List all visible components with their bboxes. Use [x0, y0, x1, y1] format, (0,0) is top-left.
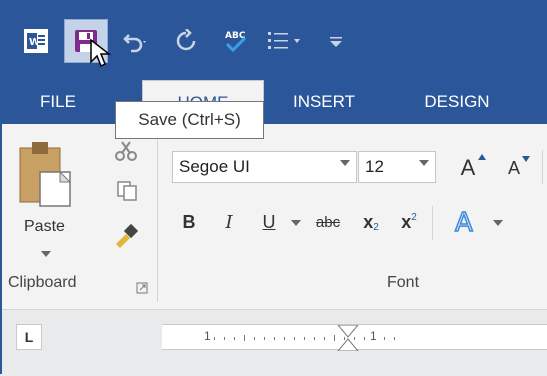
customize-qat-button[interactable] — [314, 19, 358, 63]
strikethrough-button[interactable]: abc — [308, 204, 348, 240]
subscript-button[interactable]: x 2 — [356, 204, 386, 240]
save-tooltip: Save (Ctrl+S) — [115, 101, 264, 139]
mouse-cursor-icon — [90, 38, 112, 68]
tab-selector-label: L — [24, 329, 34, 345]
underline-dropdown-icon[interactable] — [290, 219, 302, 227]
font-name-select[interactable]: Segoe UI — [172, 151, 357, 183]
spelling-icon: ABC — [225, 31, 247, 53]
ruler-number-right: 1 — [370, 329, 377, 343]
quick-access-toolbar: W ABC — [2, 2, 547, 80]
font-size-select[interactable]: 12 — [358, 151, 436, 183]
copy-icon[interactable] — [116, 180, 138, 202]
group-separator — [157, 134, 158, 302]
font-group-label: Font — [387, 274, 420, 291]
text-effects-icon: A — [454, 207, 474, 237]
ruler-ticks — [214, 324, 395, 352]
format-painter-icon[interactable] — [112, 222, 138, 248]
paste-label: Paste — [24, 218, 65, 235]
arrow-up-icon — [478, 154, 486, 160]
save-button[interactable] — [64, 19, 112, 68]
superscript-base: x — [401, 211, 412, 232]
shrink-font-icon: A — [507, 157, 520, 178]
horizontal-ruler[interactable]: 1 1 — [162, 324, 547, 352]
ribbon-home: Paste Clipboard Segoe UI 12 A A B I U ab… — [2, 124, 547, 310]
superscript-button[interactable]: x 2 — [394, 204, 424, 240]
svg-text:A: A — [455, 208, 473, 237]
subscript-base: x — [363, 211, 374, 232]
ruler-number-left: 1 — [204, 329, 211, 343]
font-name-value: Segoe UI — [179, 157, 250, 176]
spelling-button[interactable]: ABC — [214, 19, 258, 63]
customize-qat-icon — [330, 37, 342, 47]
text-effects-dropdown-icon[interactable] — [492, 219, 504, 227]
redo-icon — [176, 29, 196, 51]
font-divider-2 — [432, 206, 433, 240]
grow-font-button[interactable]: A — [450, 150, 486, 186]
bullets-button[interactable] — [264, 19, 308, 63]
tab-file[interactable]: FILE — [2, 80, 114, 124]
chevron-down-icon — [419, 160, 429, 166]
word-app-icon[interactable]: W — [14, 19, 58, 63]
redo-button[interactable] — [164, 19, 208, 63]
tab-insert[interactable]: INSERT — [264, 80, 384, 124]
italic-button[interactable]: I — [216, 204, 242, 240]
ribbon-tab-bar: FILE HOME INSERT DESIGN — [2, 80, 547, 124]
arrow-down-icon — [522, 156, 530, 162]
bold-button[interactable]: B — [176, 204, 202, 240]
word-window: W ABC FILE INSERT DESIGN Save (Ctrl+S) P… — [0, 0, 547, 376]
text-effects-button[interactable]: A — [446, 204, 486, 240]
bullets-icon — [268, 32, 300, 49]
ruler-row: L 1 1 — [2, 310, 547, 376]
paste-button[interactable] — [16, 138, 82, 223]
chevron-down-icon — [340, 160, 350, 166]
shrink-font-button[interactable]: A — [496, 150, 532, 186]
clipboard-launcher-icon[interactable] — [136, 282, 148, 294]
undo-icon — [123, 34, 146, 53]
font-divider — [542, 150, 543, 184]
cut-icon[interactable] — [114, 140, 138, 162]
svg-text:W: W — [29, 37, 40, 48]
grow-font-icon: A — [460, 155, 476, 180]
paste-icon — [19, 142, 72, 207]
subscript-mark: 2 — [373, 221, 379, 233]
font-size-value: 12 — [365, 157, 384, 176]
undo-button[interactable] — [114, 19, 158, 63]
paste-dropdown-icon[interactable] — [40, 250, 52, 258]
tab-design[interactable]: DESIGN — [387, 80, 527, 124]
superscript-mark: 2 — [411, 211, 417, 223]
tab-selector[interactable]: L — [16, 324, 42, 350]
underline-button[interactable]: U — [256, 204, 282, 240]
clipboard-group-label: Clipboard — [8, 274, 77, 291]
